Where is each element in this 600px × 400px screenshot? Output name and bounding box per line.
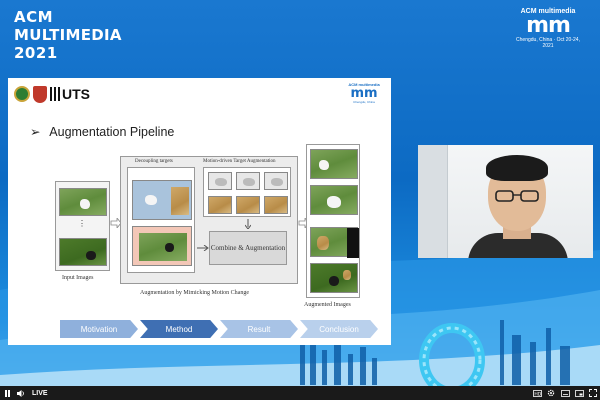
pipeline-step-result: Result xyxy=(220,320,298,338)
dog-crop xyxy=(171,187,189,215)
motion-image-2 xyxy=(236,172,260,190)
combine-label: Combine & Augmentation xyxy=(210,244,286,252)
augmented-image-1 xyxy=(310,149,358,179)
motion-image-4 xyxy=(208,196,232,214)
input-images-panel: ⋮ xyxy=(55,181,110,271)
uts-logo-text: UTS xyxy=(62,86,90,102)
conference-title-line3: 2021 xyxy=(14,44,58,62)
input-image-2 xyxy=(59,238,107,266)
presentation-slide: UTS ACM multimedia mm Chengdu, China ➢ A… xyxy=(8,78,391,345)
settings-icon[interactable] xyxy=(544,386,558,400)
augmented-images-panel xyxy=(306,144,360,298)
university-shield-icon xyxy=(33,85,47,103)
dog-figure xyxy=(243,178,255,186)
input-images-label: Input Images xyxy=(62,275,94,281)
pipeline-step-motivation: Motivation xyxy=(60,320,138,338)
dog-figure xyxy=(327,196,341,208)
black-dog-figure xyxy=(86,251,96,260)
mimicking-label: Augmentation by Mimicking Motion Change xyxy=(140,290,249,296)
university-logos: UTS xyxy=(14,84,90,104)
speaker-webcam xyxy=(418,145,593,258)
decoupling-label: Decoupling targets xyxy=(135,159,173,164)
conference-logo-mark: mm xyxy=(526,13,571,38)
conference-title-line2: MULTIMEDIA xyxy=(14,26,122,44)
decoupled-image-2 xyxy=(132,226,192,266)
university-seal-icon xyxy=(14,86,30,102)
pause-icon[interactable] xyxy=(0,386,14,400)
subtitles-icon[interactable] xyxy=(558,386,572,400)
dog-figure xyxy=(215,178,227,186)
svg-text:HD: HD xyxy=(534,391,541,397)
motion-augmentation-panel xyxy=(203,167,291,217)
motion-image-1 xyxy=(208,172,232,190)
bullet-arrow-icon: ➢ xyxy=(30,125,41,139)
decoupled-image-1 xyxy=(132,180,192,220)
motion-driven-label: Motion-driven Target Augmentation xyxy=(203,159,276,164)
uts-grid-icon xyxy=(50,87,60,101)
combine-box: Combine & Augmentation xyxy=(209,231,287,265)
speaker-hair xyxy=(486,155,548,181)
black-dog-figure xyxy=(329,276,339,286)
mimicking-panel: Decoupling targets Motion-driven Target … xyxy=(120,156,298,284)
conference-logo-date: Chengdu, China · Oct 20-24, 2021 xyxy=(516,37,580,49)
augmented-image-3 xyxy=(310,227,359,258)
arrow-right-small-icon xyxy=(197,245,209,251)
fullscreen-icon[interactable] xyxy=(586,386,600,400)
webcam-background-door xyxy=(418,145,448,258)
glasses-icon xyxy=(495,190,539,202)
progress-pipeline: Motivation Method Result Conclusion xyxy=(60,320,380,338)
black-bar xyxy=(347,228,359,258)
augmented-image-4 xyxy=(310,263,358,293)
dog-figure xyxy=(80,199,90,209)
motion-image-3 xyxy=(264,172,288,190)
input-image-1 xyxy=(59,188,107,216)
dog-figure xyxy=(271,178,283,186)
decoupling-panel xyxy=(127,167,195,273)
slide-logo-mark: mm xyxy=(350,86,378,101)
uts-logo: UTS xyxy=(50,86,90,102)
video-control-bar: LIVE HD xyxy=(0,386,600,400)
slide-heading: ➢ Augmentation Pipeline xyxy=(30,124,174,139)
augmented-images-label: Augmented Images xyxy=(304,302,351,308)
slide-heading-text: Augmentation Pipeline xyxy=(49,125,175,139)
live-label: LIVE xyxy=(32,389,48,397)
dog-figure xyxy=(319,160,329,170)
pip-icon[interactable] xyxy=(572,386,586,400)
motion-image-6 xyxy=(264,196,288,214)
dog-figure xyxy=(145,195,157,205)
dog-figure xyxy=(317,236,329,250)
motion-image-5 xyxy=(236,196,260,214)
player-controls-right: HD xyxy=(530,386,600,400)
hd-icon[interactable]: HD xyxy=(530,386,544,400)
conference-logo: ACM multimedia mm Chengdu, China · Oct 2… xyxy=(512,8,584,52)
black-dog-figure xyxy=(165,243,174,252)
input-ellipsis: ⋮ xyxy=(78,219,86,228)
arrow-down-icon xyxy=(245,219,251,229)
conference-title-line1: ACM xyxy=(14,8,54,26)
slide-conference-logo: ACM multimedia mm Chengdu, China xyxy=(345,82,383,108)
augmented-image-2 xyxy=(310,185,358,215)
pipeline-step-conclusion: Conclusion xyxy=(300,320,378,338)
conference-title: ACM MULTIMEDIA 2021 xyxy=(14,8,122,62)
grass-background xyxy=(139,233,187,261)
dog-figure xyxy=(343,270,351,280)
volume-icon[interactable] xyxy=(14,386,28,400)
pipeline-step-method: Method xyxy=(140,320,218,338)
